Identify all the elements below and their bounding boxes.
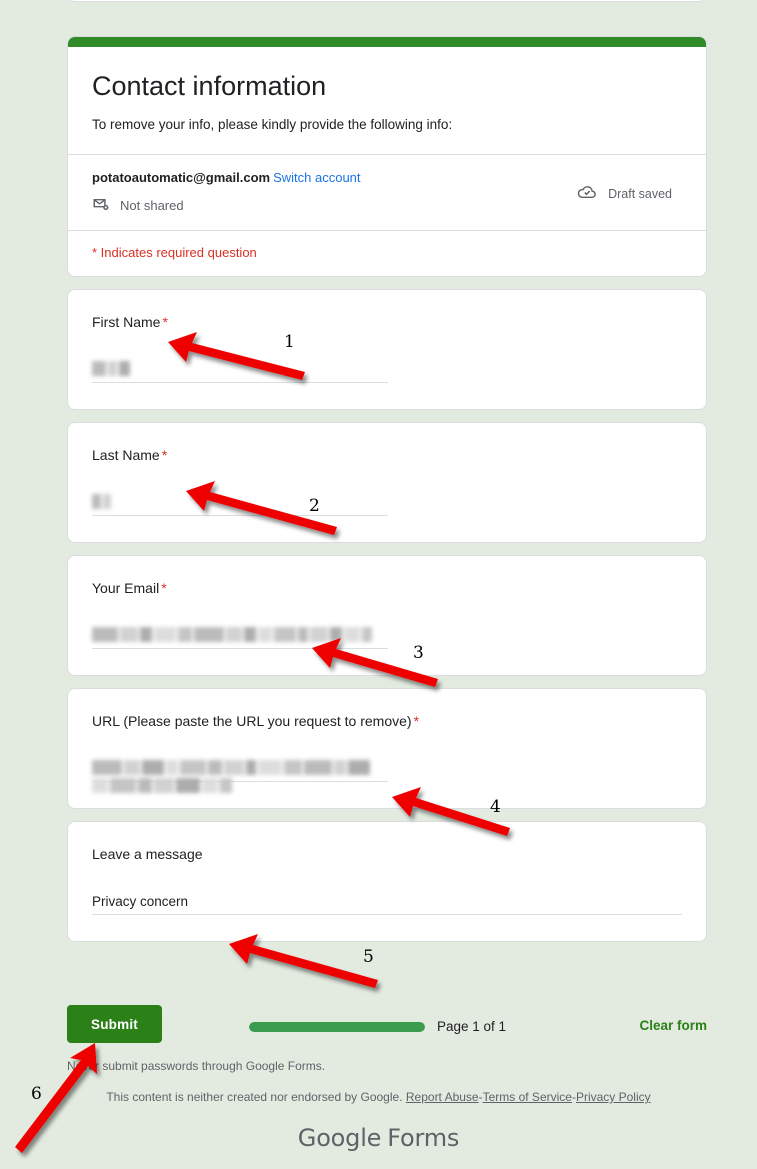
draft-saved-status: Draft saved [576, 169, 682, 206]
question-card: Your Email * [67, 555, 707, 676]
account-email-line: potatoautomatic@gmail.com Switch account [92, 169, 361, 187]
draft-saved-label: Draft saved [608, 186, 672, 201]
terms-of-service-link[interactable]: Terms of Service [483, 1090, 572, 1104]
question-input[interactable] [92, 360, 388, 383]
form-header-body: Contact information To remove your info,… [68, 47, 706, 154]
legal-text: This content is neither created nor endo… [106, 1090, 403, 1104]
redacted-value [92, 494, 113, 511]
logo-google-text: Google [297, 1124, 382, 1152]
progress-fill [249, 1021, 425, 1032]
form-header-card: Contact information To remove your info,… [67, 36, 707, 277]
question-input[interactable] [92, 626, 388, 649]
redacted-value [92, 760, 388, 793]
questions-list: First Name * Last Name * Your Email * URL (Ple… [67, 289, 707, 942]
account-info: potatoautomatic@gmail.com Switch account … [92, 169, 361, 216]
question-value: Privacy concern [92, 894, 189, 909]
question-label: Your Email * [92, 578, 682, 598]
question-input[interactable] [92, 759, 388, 793]
page-title: Contact information [92, 71, 327, 101]
question-input[interactable] [92, 493, 388, 516]
google-forms-logo: Google Forms [0, 1124, 757, 1153]
question-label-text: Your Email [92, 580, 160, 596]
clear-form-button[interactable]: Clear form [639, 1018, 707, 1033]
required-asterisk: * [162, 314, 168, 330]
question-label-text: First Name [92, 314, 161, 330]
page-count-label: Page 1 of 1 [437, 1019, 507, 1034]
required-question-note: * Indicates required question [92, 245, 257, 260]
question-label: Last Name * [92, 445, 682, 465]
sharing-status-row: Not shared [92, 195, 361, 216]
question-card: Last Name * [67, 422, 707, 543]
question-card: First Name * [67, 289, 707, 410]
question-label: First Name * [92, 312, 682, 332]
redacted-value [92, 361, 132, 378]
cloud-check-icon [576, 181, 598, 206]
question-card: Leave a message Privacy concern [67, 821, 707, 942]
progress-indicator: Page 1 of 1 [249, 1019, 506, 1034]
form-column: Contact information To remove your info,… [67, 0, 707, 954]
report-abuse-link[interactable]: Report Abuse [406, 1090, 479, 1104]
account-row: potatoautomatic@gmail.com Switch account … [68, 155, 706, 230]
progress-track [249, 1021, 425, 1032]
required-asterisk: * [161, 447, 168, 463]
required-asterisk: * [161, 580, 167, 596]
question-label: URL (Please paste the URL you request to… [92, 711, 682, 731]
account-email: potatoautomatic@gmail.com [92, 170, 271, 185]
password-warning: Never submit passwords through Google Fo… [67, 1059, 326, 1073]
required-asterisk: * [413, 713, 420, 729]
logo-forms-text: Forms [387, 1124, 460, 1152]
question-label-text: Leave a message [92, 846, 203, 862]
sharing-status-label: Not shared [120, 198, 184, 213]
required-note-row: * Indicates required question [68, 231, 706, 276]
form-accent-stripe [68, 37, 706, 47]
privacy-policy-link[interactable]: Privacy Policy [576, 1090, 651, 1104]
form-footer-bar: Submit Page 1 of 1 Clear form [67, 1005, 707, 1045]
switch-account-link[interactable]: Switch account [273, 170, 360, 185]
redacted-value [92, 627, 374, 644]
submit-button[interactable]: Submit [67, 1005, 162, 1043]
mail-off-icon [92, 195, 110, 216]
question-label: Leave a message [92, 844, 682, 864]
question-input[interactable]: Privacy concern [92, 892, 682, 915]
question-label-text: URL (Please paste the URL you request to… [92, 713, 412, 729]
form-description: To remove your info, please kindly provi… [92, 117, 453, 132]
question-label-text: Last Name [92, 447, 160, 463]
question-card: URL (Please paste the URL you request to… [67, 688, 707, 809]
legal-disclaimer: This content is neither created nor endo… [0, 1090, 757, 1104]
